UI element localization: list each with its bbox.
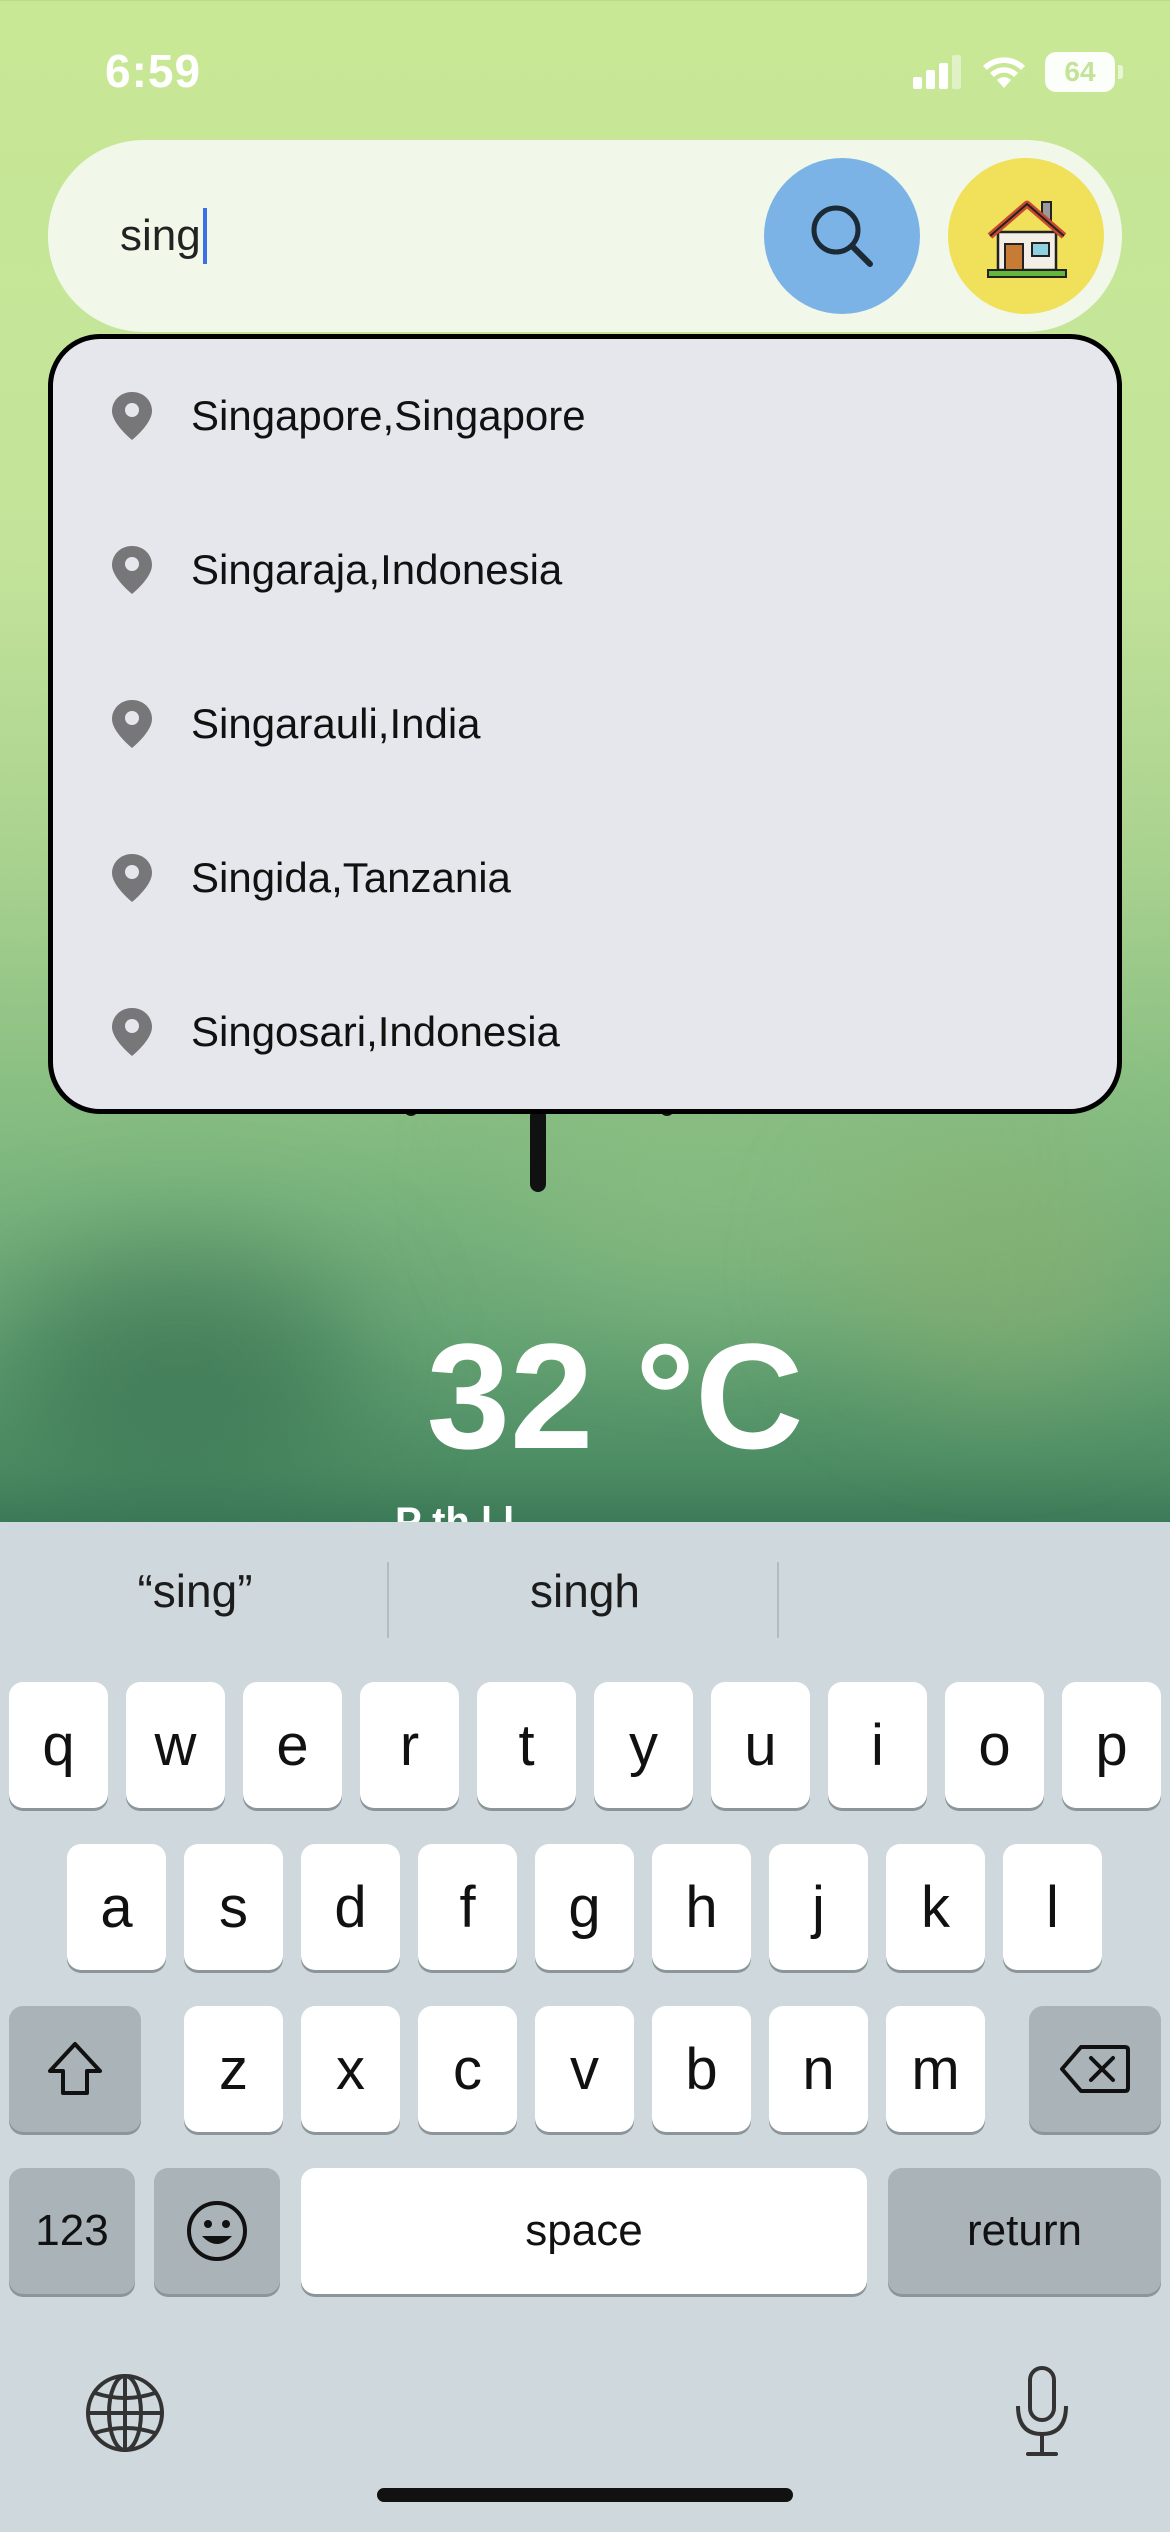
prediction-divider (777, 1562, 779, 1638)
location-suggestions: Singapore,Singapore Singaraja,Indonesia … (48, 334, 1122, 1114)
suggestion-label: Singida,Tanzania (191, 854, 511, 901)
key-n[interactable]: n (769, 2006, 868, 2132)
search-input-value: sing (120, 211, 201, 260)
key-w[interactable]: w (126, 1682, 225, 1808)
suggestion-label: Singarauli,India (191, 700, 481, 747)
return-key[interactable]: return (888, 2168, 1161, 2294)
key-l[interactable]: l (1003, 1844, 1102, 1970)
prediction-item[interactable]: “sing” (20, 1564, 370, 1618)
text-caret (202, 208, 207, 264)
location-pin-icon (112, 546, 152, 594)
key-v[interactable]: v (535, 2006, 634, 2132)
shift-key[interactable] (9, 2006, 141, 2132)
search-button[interactable] (764, 158, 920, 314)
suggestion-item[interactable]: Singida,Tanzania (53, 801, 1117, 955)
prediction-divider (387, 1562, 389, 1638)
location-pin-icon (112, 392, 152, 440)
key-c[interactable]: c (418, 2006, 517, 2132)
suggestion-item[interactable]: Singosari,Indonesia (53, 955, 1117, 1109)
house-icon (987, 200, 1067, 278)
delete-key[interactable] (1029, 2006, 1161, 2132)
search-icon (811, 205, 873, 267)
key-f[interactable]: f (418, 1844, 517, 1970)
key-g[interactable]: g (535, 1844, 634, 1970)
key-s[interactable]: s (184, 1844, 283, 1970)
key-b[interactable]: b (652, 2006, 751, 2132)
location-pin-icon (112, 700, 152, 748)
key-m[interactable]: m (886, 2006, 985, 2132)
cellular-signal-icon (913, 55, 961, 89)
dictation-button[interactable] (1000, 2362, 1084, 2462)
key-e[interactable]: e (243, 1682, 342, 1808)
keyboard: “sing” singh q w e r t y u i o p a s d f… (0, 1522, 1170, 2532)
search-input[interactable]: sing (120, 204, 720, 268)
home-button[interactable] (948, 158, 1104, 314)
key-i[interactable]: i (828, 1682, 927, 1808)
location-pin-icon (112, 854, 152, 902)
status-icons: 64 (913, 52, 1123, 92)
location-pin-icon (112, 1008, 152, 1056)
status-time: 6:59 (105, 45, 202, 97)
key-y[interactable]: y (594, 1682, 693, 1808)
temperature-stick (530, 1108, 546, 1192)
predictive-text-bar: “sing” singh (0, 1522, 1170, 1672)
suggestion-item[interactable]: Singarauli,India (53, 647, 1117, 801)
key-a[interactable]: a (67, 1844, 166, 1970)
key-q[interactable]: q (9, 1682, 108, 1808)
emoji-icon (187, 2201, 247, 2261)
temperature-value: 32 °C (426, 1312, 804, 1480)
key-z[interactable]: z (184, 2006, 283, 2132)
battery-icon: 64 (1045, 52, 1123, 92)
suggestion-label: Singaraja,Indonesia (191, 546, 563, 593)
prediction-item[interactable]: singh (405, 1564, 765, 1618)
home-indicator (377, 2488, 793, 2502)
key-o[interactable]: o (945, 1682, 1044, 1808)
globe-icon (86, 2374, 164, 2452)
suggestion-label: Singosari,Indonesia (191, 1008, 560, 1055)
shift-icon (48, 2042, 102, 2095)
globe-button[interactable] (80, 2368, 170, 2458)
search-bar: sing (48, 140, 1122, 332)
key-d[interactable]: d (301, 1844, 400, 1970)
suggestion-item[interactable]: Singaraja,Indonesia (53, 493, 1117, 647)
key-p[interactable]: p (1062, 1682, 1161, 1808)
suggestion-label: Singapore,Singapore (191, 392, 586, 439)
microphone-icon (1016, 2366, 1068, 2456)
key-x[interactable]: x (301, 2006, 400, 2132)
key-j[interactable]: j (769, 1844, 868, 1970)
battery-level: 64 (1064, 56, 1096, 87)
backspace-icon (1060, 2045, 1130, 2093)
emoji-key[interactable] (154, 2168, 280, 2294)
key-t[interactable]: t (477, 1682, 576, 1808)
key-r[interactable]: r (360, 1682, 459, 1808)
space-key[interactable]: space (301, 2168, 867, 2294)
wifi-icon (983, 57, 1025, 88)
key-u[interactable]: u (711, 1682, 810, 1808)
key-k[interactable]: k (886, 1844, 985, 1970)
key-h[interactable]: h (652, 1844, 751, 1970)
suggestion-item[interactable]: Singapore,Singapore (53, 339, 1117, 493)
numbers-key[interactable]: 123 (9, 2168, 135, 2294)
